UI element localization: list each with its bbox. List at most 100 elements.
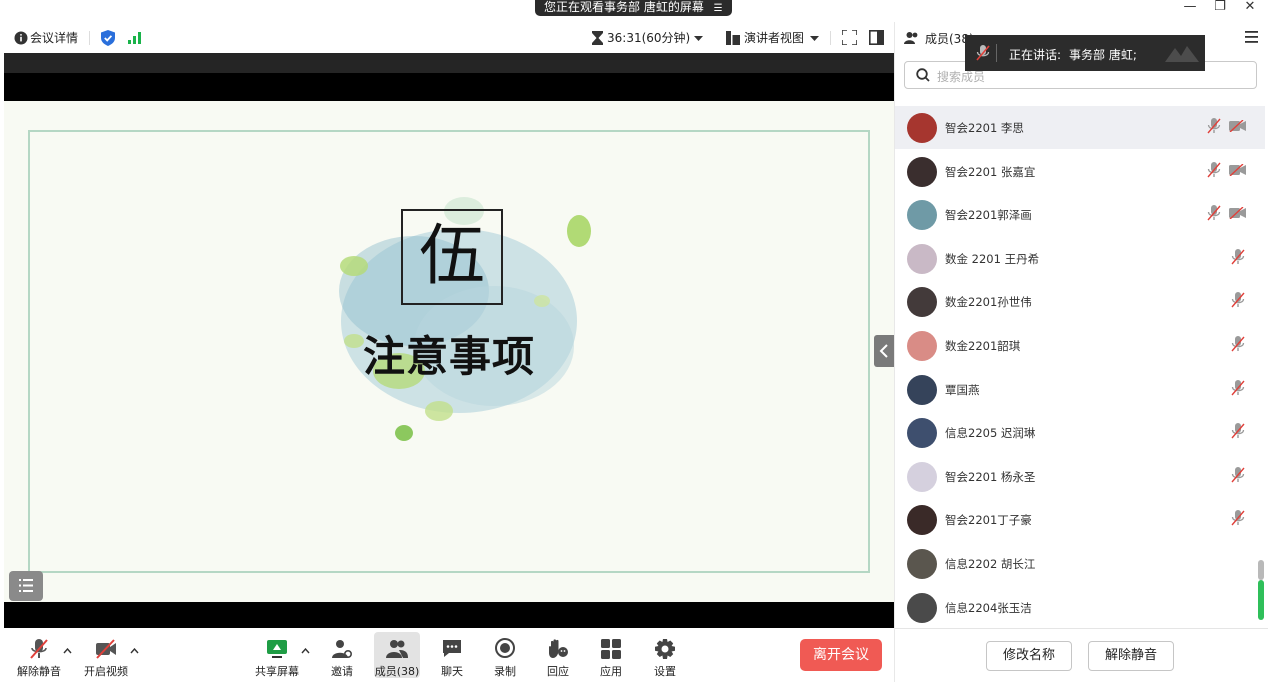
hourglass-icon	[592, 31, 603, 45]
avatar	[907, 461, 937, 492]
mic-muted-icon	[30, 639, 48, 659]
mic-muted-icon[interactable]	[1231, 510, 1245, 526]
camera-off-icon	[96, 639, 116, 659]
settings-button[interactable]: 设置	[643, 632, 687, 678]
scrollbar-thumb[interactable]	[1258, 560, 1264, 580]
avatar	[907, 113, 937, 143]
record-icon	[495, 638, 515, 658]
member-name: 覃国燕	[945, 382, 980, 397]
member-name: 数金 2201 王丹希	[945, 251, 1040, 266]
meeting-timer[interactable]: 36:31(60分钟)	[607, 29, 690, 46]
camera-off-icon[interactable]	[1229, 163, 1246, 176]
member-row[interactable]: 智会2201 李思	[895, 106, 1265, 149]
apps-grid-icon	[601, 639, 621, 659]
slide-list-button[interactable]	[9, 571, 43, 601]
chevron-up-icon[interactable]	[130, 648, 139, 654]
mic-muted-icon[interactable]	[1207, 205, 1221, 221]
record-button[interactable]: 录制	[483, 632, 527, 678]
mic-muted-icon[interactable]	[1207, 161, 1221, 178]
info-icon[interactable]	[14, 31, 28, 45]
mic-muted-icon[interactable]	[1231, 292, 1245, 308]
apps-button[interactable]: 应用	[589, 632, 633, 678]
minimize-button[interactable]: —	[1178, 0, 1202, 16]
raise-hand-icon	[549, 639, 568, 658]
member-name: 信息2205 迟润琳	[945, 426, 1036, 441]
member-row[interactable]: 数金2201孙世伟	[895, 280, 1265, 323]
camera-off-icon[interactable]	[1229, 207, 1246, 220]
avatar	[907, 505, 937, 536]
unmute-button[interactable]: 解除静音	[14, 632, 64, 678]
settings-label: 设置	[654, 665, 676, 678]
member-row[interactable]: 智会2201郭泽画	[895, 193, 1265, 236]
mic-muted-icon[interactable]	[1231, 466, 1245, 483]
avatar	[907, 549, 937, 579]
mic-muted-icon[interactable]	[1231, 248, 1245, 265]
member-row[interactable]: 智会2201丁子豪	[895, 498, 1265, 541]
collapse-panel-button[interactable]	[874, 335, 894, 367]
members-button[interactable]: 成员(38)	[374, 632, 420, 678]
speaker-view-icon[interactable]	[726, 31, 740, 45]
menu-icon[interactable]	[1245, 31, 1258, 43]
chevron-up-icon[interactable]	[63, 648, 72, 654]
avatar	[907, 331, 937, 361]
reactions-button[interactable]: 回应	[536, 632, 580, 678]
member-list-scrollbar[interactable]	[1258, 560, 1264, 622]
unmute-label: 解除静音	[17, 665, 61, 678]
apps-label: 应用	[600, 665, 622, 678]
camera-off-icon[interactable]	[1229, 120, 1246, 132]
invite-label: 邀请	[331, 665, 353, 678]
leave-meeting-button[interactable]: 离开会议	[800, 639, 882, 671]
mic-muted-icon[interactable]	[1231, 379, 1245, 396]
security-shield-icon[interactable]	[101, 30, 115, 46]
share-screen-label: 共享屏幕	[255, 665, 299, 678]
search-icon	[916, 68, 930, 82]
members-panel: 成员(38) 搜索成员 智会2201 李思 智会2201 张嘉宜 智会2201郭泽画…	[894, 22, 1268, 682]
member-name: 智会2201 杨永圣	[945, 469, 1036, 484]
divider	[996, 44, 997, 62]
slide-section-number: 伍	[401, 209, 503, 305]
chat-label: 聊天	[441, 665, 463, 678]
member-row[interactable]: 信息2204张玉洁	[895, 586, 1265, 628]
banner-menu-icon[interactable]: ☰	[714, 3, 723, 14]
start-video-button[interactable]: 开启视频	[80, 632, 132, 678]
record-label: 录制	[494, 665, 516, 678]
members-icon	[386, 640, 408, 658]
network-signal-icon[interactable]	[128, 32, 142, 44]
meeting-info-link[interactable]: 会议详情	[30, 29, 78, 46]
mic-muted-icon[interactable]	[1231, 423, 1245, 439]
member-row[interactable]: 覃国燕	[895, 368, 1265, 411]
member-row[interactable]: 数金 2201 王丹希	[895, 237, 1265, 280]
mic-muted-icon[interactable]	[1231, 336, 1245, 352]
watching-screen-banner[interactable]: 您正在观看事务部 唐虹的屏幕 ☰	[535, 0, 732, 16]
restore-button[interactable]: ❐	[1208, 0, 1232, 16]
close-window-button[interactable]: ✕	[1238, 0, 1262, 16]
chevron-up-icon[interactable]	[301, 648, 310, 654]
mic-muted-icon	[976, 45, 990, 61]
view-mode-select[interactable]: 演讲者视图	[744, 29, 804, 46]
avatar	[907, 374, 937, 405]
member-name: 数金2201韶琪	[945, 339, 1021, 353]
panel-layout-icon[interactable]	[869, 30, 884, 45]
speaking-now-toast: 正在讲话: 事务部 唐虹;	[965, 35, 1205, 71]
member-row[interactable]: 智会2201 杨永圣	[895, 455, 1265, 498]
member-row[interactable]: 数金2201韶琪	[895, 324, 1265, 367]
fullscreen-icon[interactable]	[842, 30, 857, 45]
member-row[interactable]: 信息2202 胡长江	[895, 542, 1265, 585]
chevron-down-icon[interactable]	[810, 36, 819, 41]
chat-button[interactable]: 聊天	[430, 632, 474, 678]
share-screen-icon	[267, 640, 287, 658]
member-list[interactable]: 智会2201 李思 智会2201 张嘉宜 智会2201郭泽画 数金 2201 王丹希数…	[895, 106, 1268, 628]
unmute-request-button[interactable]: 解除静音	[1088, 641, 1174, 671]
member-row[interactable]: 信息2205 迟润琳	[895, 411, 1265, 454]
share-screen-button[interactable]: 共享屏幕	[252, 632, 302, 678]
members-label: 成员(38)	[374, 665, 420, 678]
invite-button[interactable]: 邀请	[320, 632, 364, 678]
rename-button[interactable]: 修改名称	[986, 641, 1072, 671]
avatar	[907, 592, 937, 623]
member-name: 信息2202 胡长江	[945, 557, 1036, 571]
add-person-icon	[332, 640, 353, 659]
member-row[interactable]: 智会2201 张嘉宜	[895, 150, 1265, 193]
chevron-down-icon[interactable]	[694, 36, 703, 41]
mic-muted-icon[interactable]	[1207, 118, 1221, 134]
member-name: 智会2201丁子豪	[945, 513, 1032, 528]
